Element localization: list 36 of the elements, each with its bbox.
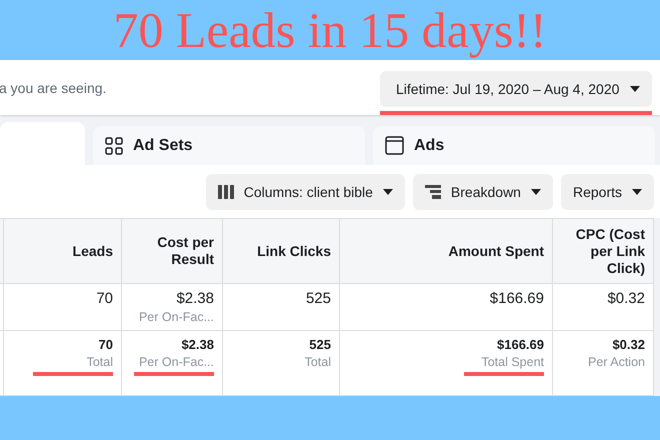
column-header[interactable]: Leads: [4, 219, 122, 284]
caret-icon: [632, 188, 642, 194]
breakdown-icon: [424, 184, 441, 198]
date-range-button[interactable]: Lifetime: Jul 19, 2020 – Aug 4, 2020: [380, 70, 652, 106]
table-cell: $0.32: [607, 290, 645, 307]
cell-caption: Total: [304, 355, 331, 369]
table-cell: $2.38: [176, 290, 214, 307]
cell-caption: Per On-Fac...: [138, 355, 214, 369]
cell-caption: Total: [86, 355, 113, 369]
column-header[interactable]: Link Clicks: [223, 219, 340, 284]
table-cell: $2.38: [181, 337, 214, 352]
table-cell: $166.69: [490, 290, 544, 307]
table-cell: $166.69: [497, 337, 544, 352]
window-icon: [385, 136, 404, 155]
column-header[interactable]: Amount Spent: [340, 219, 553, 284]
column-header[interactable]: Cost per Result: [122, 219, 223, 284]
grid-icon: [105, 136, 123, 154]
cell-caption: Total Spent: [481, 355, 544, 369]
caret-icon: [630, 86, 640, 92]
reports-button[interactable]: Reports: [560, 174, 654, 210]
tab[interactable]: Ad Sets: [93, 126, 365, 165]
caret-icon: [530, 188, 541, 194]
table-cell: 525: [309, 337, 331, 352]
tab[interactable]: Ads: [373, 126, 655, 165]
column-header[interactable]: CPC (Cost per Link Click): [553, 219, 654, 284]
caret-icon: [382, 188, 393, 194]
columns-icon: [218, 184, 234, 198]
breakdown-button[interactable]: Breakdown: [412, 174, 553, 210]
headline: 70 Leads in 15 days!!: [112, 1, 548, 60]
table-cell: 70: [98, 337, 113, 352]
columns-button[interactable]: Columns: client bible: [206, 174, 405, 210]
cell-caption: Per On-Fac...: [138, 310, 214, 324]
table-cell: $0.32: [612, 337, 645, 352]
table-cell: 70: [96, 290, 113, 307]
table-cell: 525: [306, 290, 331, 307]
cell-caption: Per Action: [588, 355, 645, 369]
